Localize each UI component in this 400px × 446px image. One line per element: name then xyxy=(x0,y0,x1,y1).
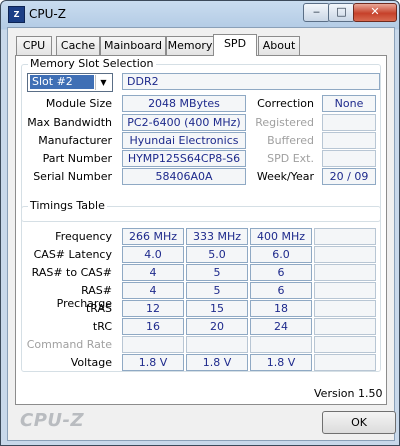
ok-button[interactable]: OK xyxy=(322,411,396,434)
manufacturer-value: Hyundai Electronics xyxy=(122,132,246,149)
tras-label: tRAS xyxy=(85,302,112,315)
timing-cell: 5.0 xyxy=(186,246,248,263)
command-rate-label: Command Rate xyxy=(26,338,112,351)
cpuz-window: Z CPU-Z ‒ □ ✕ CPU Cache Mainboard Memory… xyxy=(0,0,400,446)
spd-ext-label: SPD Ext. xyxy=(267,152,314,165)
tab-cache[interactable]: Cache xyxy=(56,36,100,55)
registered-label: Registered xyxy=(255,116,314,129)
timing-cell: 20 xyxy=(186,318,248,335)
slot-select[interactable]: Slot #2 ▼ xyxy=(27,73,113,92)
client-area: CPU Cache Mainboard Memory SPD About Mem… xyxy=(7,27,396,441)
timing-cell: 5 xyxy=(186,282,248,299)
close-icon: ✕ xyxy=(370,5,380,18)
timing-cell xyxy=(122,336,184,353)
timing-cell: 266 MHz xyxy=(122,228,184,245)
correction-value: None xyxy=(322,95,376,112)
module-size-label: Module Size xyxy=(45,97,112,110)
timing-cell xyxy=(186,336,248,353)
trc-label: tRC xyxy=(92,320,112,333)
module-size-value: 2048 MBytes xyxy=(122,95,246,112)
part-number-label: Part Number xyxy=(42,152,112,165)
buffered-label: Buffered xyxy=(267,134,314,147)
manufacturer-label: Manufacturer xyxy=(38,134,112,147)
memory-type-value: DDR2 xyxy=(122,73,380,90)
timing-cell xyxy=(314,336,376,353)
cpu-z-icon: Z xyxy=(8,6,25,23)
timing-cell: 4 xyxy=(122,282,184,299)
serial-number-value: 58406A0A xyxy=(122,168,246,185)
timing-cell: 6 xyxy=(250,264,312,281)
timing-cell: 400 MHz xyxy=(250,228,312,245)
tab-cpu[interactable]: CPU xyxy=(16,36,52,55)
close-button[interactable]: ✕ xyxy=(353,3,397,22)
part-number-value: HYMP125S64CP8-S6 xyxy=(122,150,246,167)
ras-to-cas-label: RAS# to CAS# xyxy=(31,266,112,279)
title-bar[interactable]: Z CPU-Z ‒ □ ✕ xyxy=(1,1,399,27)
timing-cell xyxy=(314,264,376,281)
timing-cell: 1.8 V xyxy=(122,354,184,371)
correction-label: Correction xyxy=(257,97,314,110)
tab-about[interactable]: About xyxy=(258,36,300,55)
timing-cell: 6 xyxy=(250,282,312,299)
timing-cell xyxy=(314,246,376,263)
minimize-button[interactable]: ‒ xyxy=(303,3,330,22)
registered-value xyxy=(322,114,376,131)
timing-cell: 6.0 xyxy=(250,246,312,263)
max-bandwidth-label: Max Bandwidth xyxy=(27,116,112,129)
timing-cell: 16 xyxy=(122,318,184,335)
cpu-z-logo: CPU-Z xyxy=(20,410,85,431)
timing-cell xyxy=(314,300,376,317)
maximize-icon: □ xyxy=(336,5,347,18)
timing-cell: 333 MHz xyxy=(186,228,248,245)
timing-cell xyxy=(314,318,376,335)
timing-cell: 12 xyxy=(122,300,184,317)
week-year-value: 20 / 09 xyxy=(322,168,376,185)
window-title: CPU-Z xyxy=(29,7,66,21)
timing-cell: 1.8 V xyxy=(186,354,248,371)
max-bandwidth-value: PC2-6400 (400 MHz) xyxy=(122,114,246,131)
week-year-label: Week/Year xyxy=(256,170,314,183)
spd-page: Memory Slot Selection Slot #2 ▼ DDR2 Mod… xyxy=(15,55,387,405)
slot-select-value: Slot #2 xyxy=(30,75,94,89)
timing-cell xyxy=(314,354,376,371)
timing-cell xyxy=(314,228,376,245)
timing-cell: 18 xyxy=(250,300,312,317)
cas-latency-label: CAS# Latency xyxy=(33,248,112,261)
voltage-label: Voltage xyxy=(70,356,112,369)
spd-ext-value xyxy=(322,150,376,167)
timings-group-title: Timings Table xyxy=(28,199,107,212)
timing-cell: 5 xyxy=(186,264,248,281)
timing-cell: 4.0 xyxy=(122,246,184,263)
timing-cell xyxy=(250,336,312,353)
version-label: Version 1.50 xyxy=(314,387,383,400)
chevron-down-icon[interactable]: ▼ xyxy=(95,75,111,90)
buffered-value xyxy=(322,132,376,149)
tab-memory[interactable]: Memory xyxy=(166,36,214,55)
timing-cell: 1.8 V xyxy=(250,354,312,371)
serial-number-label: Serial Number xyxy=(33,170,112,183)
timing-cell: 4 xyxy=(122,264,184,281)
maximize-button[interactable]: □ xyxy=(328,3,355,22)
frequency-label: Frequency xyxy=(55,230,112,243)
timing-cell: 24 xyxy=(250,318,312,335)
memory-slot-group-title: Memory Slot Selection xyxy=(28,57,156,70)
tab-mainboard[interactable]: Mainboard xyxy=(100,36,166,55)
tab-spd[interactable]: SPD xyxy=(213,34,257,56)
timing-cell xyxy=(314,282,376,299)
minimize-icon: ‒ xyxy=(313,5,320,18)
timing-cell: 15 xyxy=(186,300,248,317)
